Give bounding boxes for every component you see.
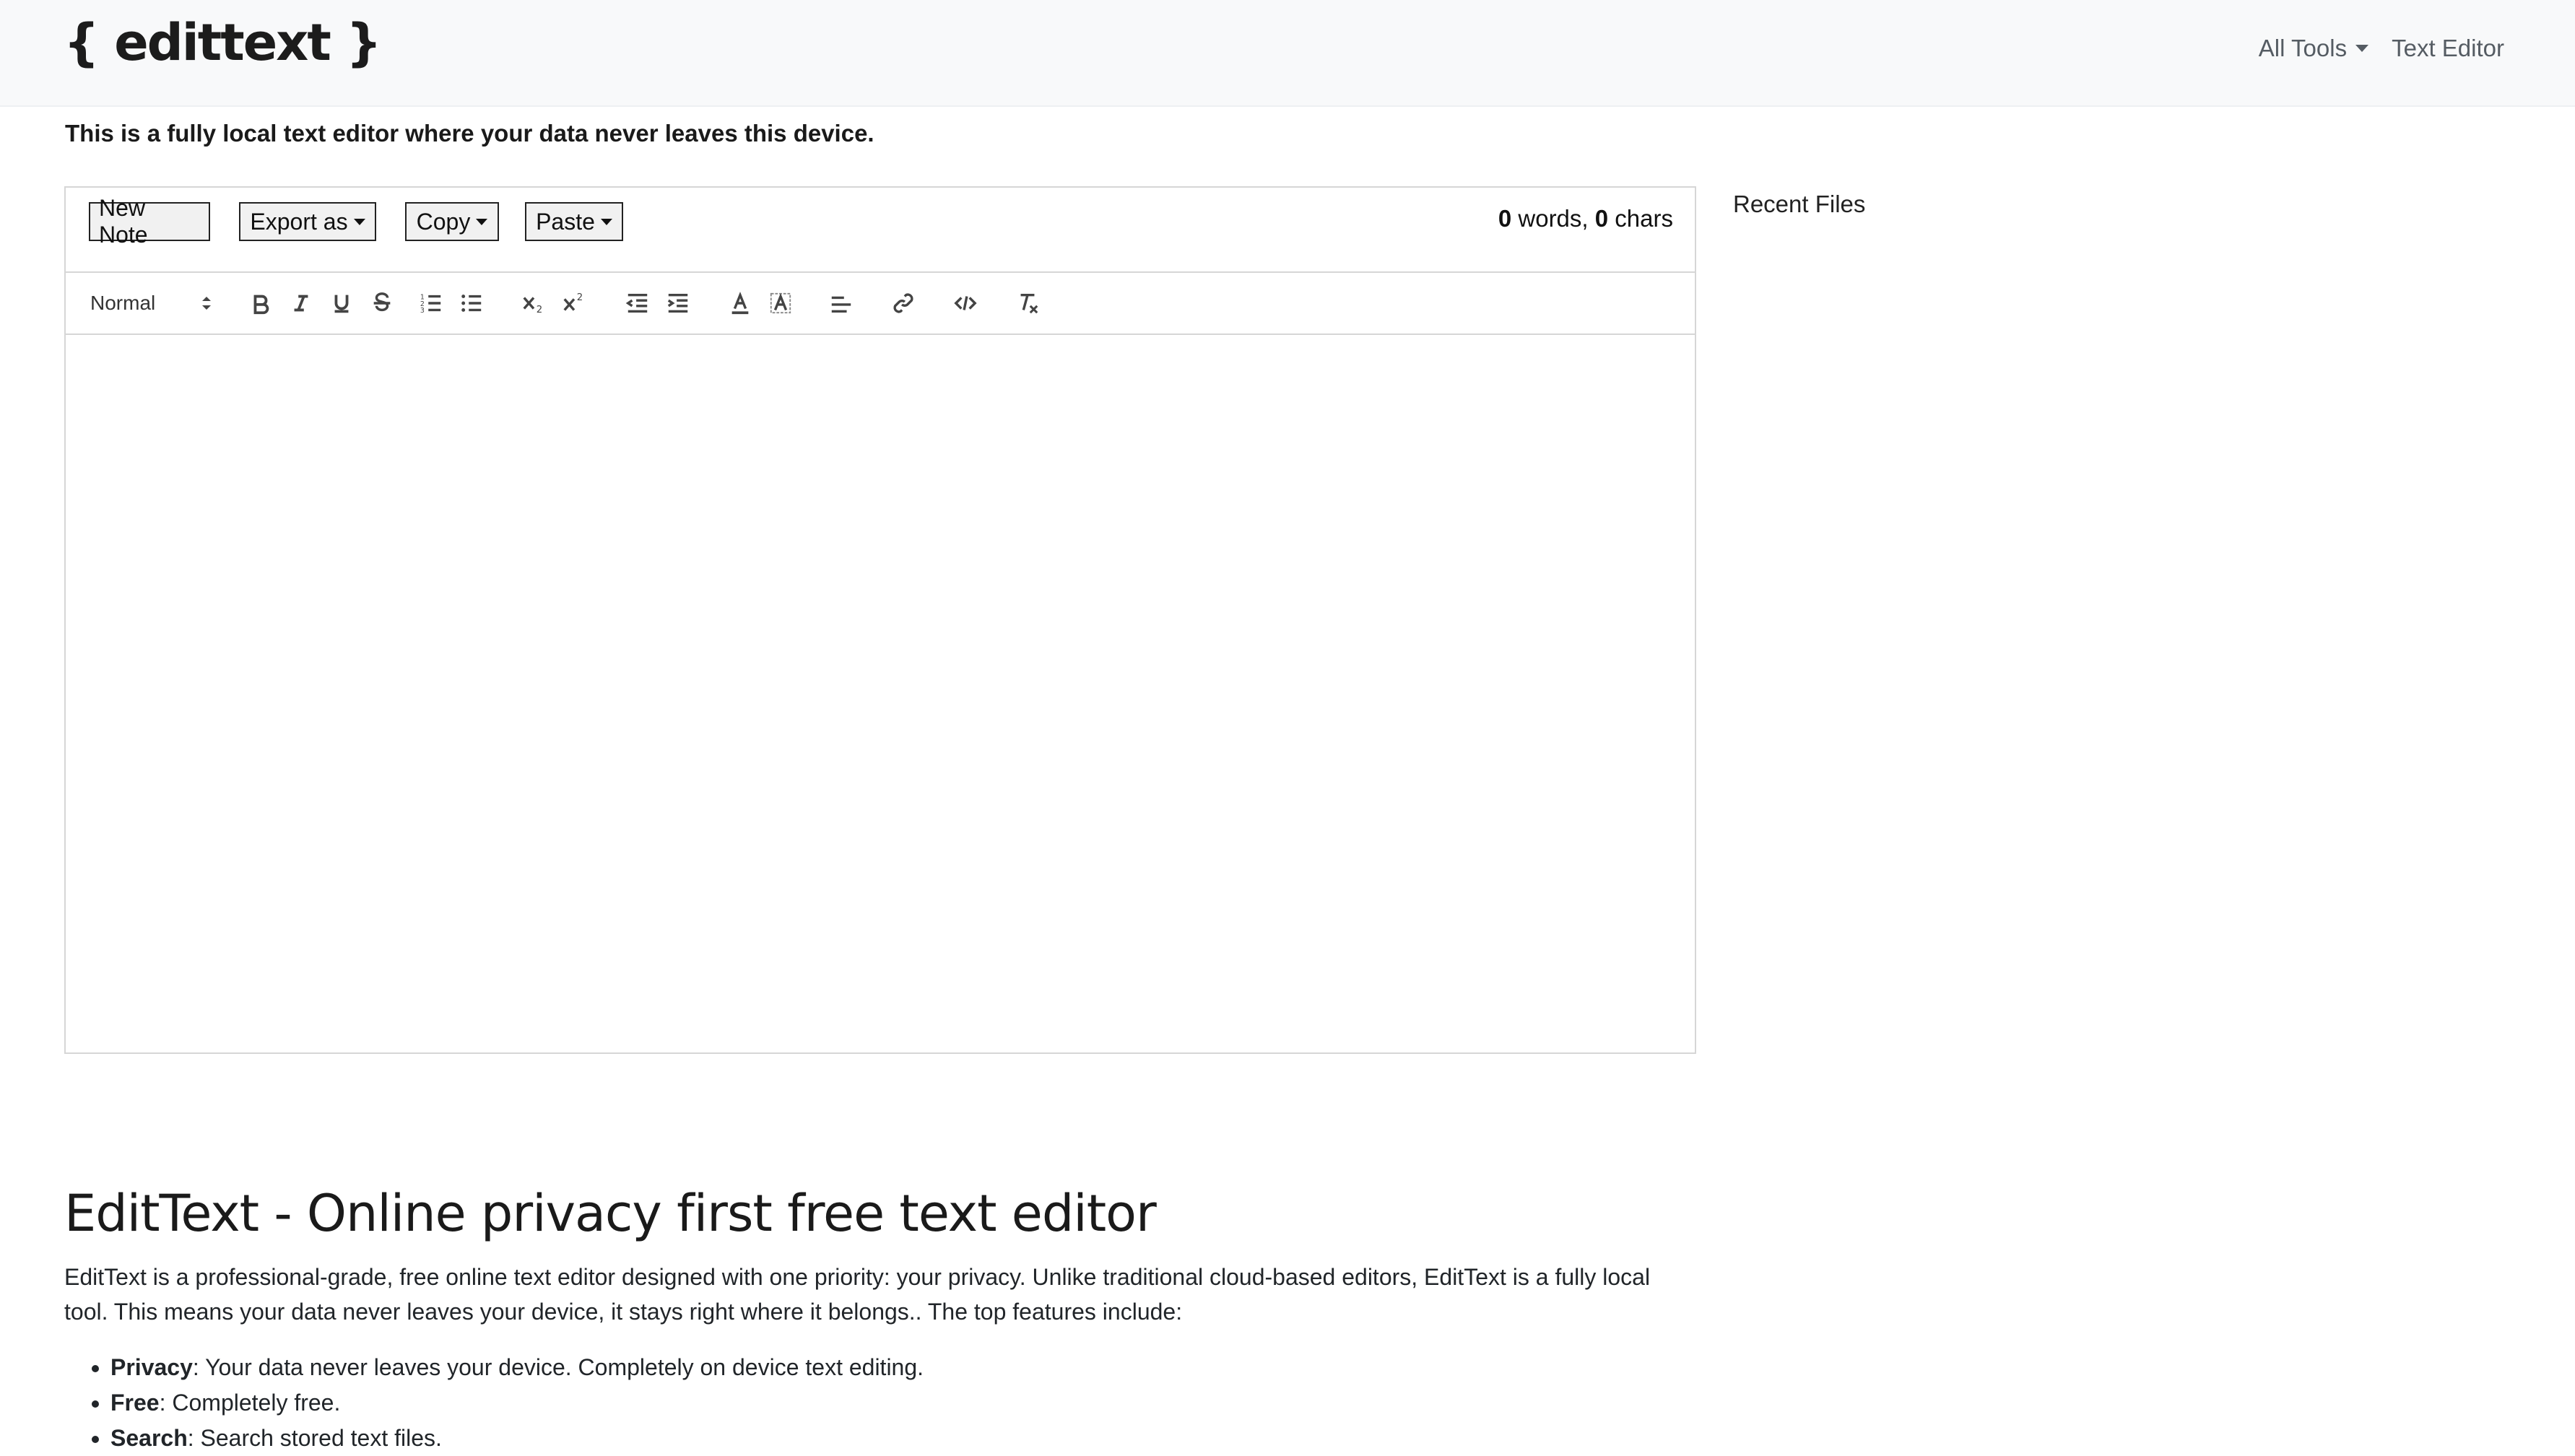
navbar: { edittext } All Tools Text Editor [0, 0, 2575, 107]
list-item: Search: Search stored text files. [110, 1421, 1742, 1456]
editor-topbar: New Note Export as Copy Paste 0 words, 0… [66, 188, 1695, 273]
features-list: Privacy: Your data never leaves your dev… [64, 1350, 1742, 1456]
chevron-down-icon [2355, 45, 2369, 52]
intro-paragraph: EditText is a professional-grade, free o… [64, 1264, 1651, 1325]
align-icon[interactable] [825, 287, 857, 319]
svg-text:3: 3 [420, 307, 425, 315]
chevron-down-icon [353, 218, 365, 225]
list-item: Privacy: Your data never leaves your dev… [110, 1350, 1742, 1385]
chars-label: chars [1608, 205, 1673, 232]
word-char-counter: 0 words, 0 chars [1498, 205, 1673, 232]
feature-desc: : Completely free. [159, 1390, 341, 1416]
bold-icon[interactable] [245, 287, 277, 319]
tagline: This is a fully local text editor where … [65, 120, 874, 147]
editor-panel: New Note Export as Copy Paste 0 words, 0… [64, 186, 1696, 1054]
outdent-icon[interactable] [622, 287, 653, 319]
italic-icon[interactable] [285, 287, 317, 319]
heading-select[interactable]: Normal [90, 289, 213, 318]
chevron-down-icon [476, 218, 488, 225]
strikethrough-icon[interactable] [366, 287, 398, 319]
new-note-button[interactable]: New Note [89, 195, 210, 248]
indent-icon[interactable] [662, 287, 694, 319]
superscript-icon[interactable]: 2 [558, 287, 590, 319]
feature-desc: : Search stored text files. [187, 1425, 442, 1451]
all-tools-dropdown[interactable]: All Tools [2258, 35, 2369, 62]
editor-text-area[interactable] [66, 335, 1695, 1054]
text-color-icon[interactable] [724, 287, 756, 319]
paste-button[interactable]: Paste [525, 202, 623, 241]
code-icon[interactable] [950, 287, 981, 319]
all-tools-label: All Tools [2258, 35, 2348, 61]
brand-logo[interactable]: { edittext } [64, 13, 382, 72]
export-as-button[interactable]: Export as [239, 202, 376, 241]
text-editor-link[interactable]: Text Editor [2392, 35, 2504, 62]
copy-label: Copy [416, 208, 471, 235]
copy-button[interactable]: Copy [405, 202, 499, 241]
link-icon[interactable] [887, 287, 919, 319]
underline-icon[interactable] [326, 287, 357, 319]
ordered-list-icon[interactable]: 123 [415, 287, 447, 319]
clear-format-icon[interactable] [1012, 287, 1043, 319]
new-note-label: New Note [99, 195, 148, 248]
list-item: Free: Completely free. [110, 1385, 1742, 1421]
subscript-icon[interactable]: 2 [518, 287, 550, 319]
feature-term: Search [110, 1425, 188, 1451]
export-as-label: Export as [250, 208, 348, 235]
nav-links: All Tools Text Editor [2259, 35, 2504, 62]
word-count: 0 [1498, 205, 1512, 232]
feature-term: Free [110, 1390, 160, 1416]
char-count: 0 [1594, 205, 1609, 232]
paste-label: Paste [536, 208, 595, 235]
background-color-icon[interactable] [765, 287, 796, 319]
format-toolbar: Normal 123 2 2 [66, 273, 1695, 335]
chevron-down-icon [600, 218, 612, 225]
svg-text:2: 2 [577, 292, 583, 303]
feature-desc: : Your data never leaves your device. Co… [192, 1354, 924, 1380]
select-arrows-icon [202, 297, 211, 310]
page-title: EditText - Online privacy first free tex… [64, 1184, 1157, 1243]
recent-files-heading: Recent Files [1733, 191, 1866, 217]
svg-text:2: 2 [537, 305, 542, 315]
heading-select-value: Normal [90, 292, 156, 314]
feature-term: Privacy [110, 1354, 193, 1380]
words-label: words, [1511, 205, 1595, 232]
bullet-list-icon[interactable] [456, 287, 487, 319]
